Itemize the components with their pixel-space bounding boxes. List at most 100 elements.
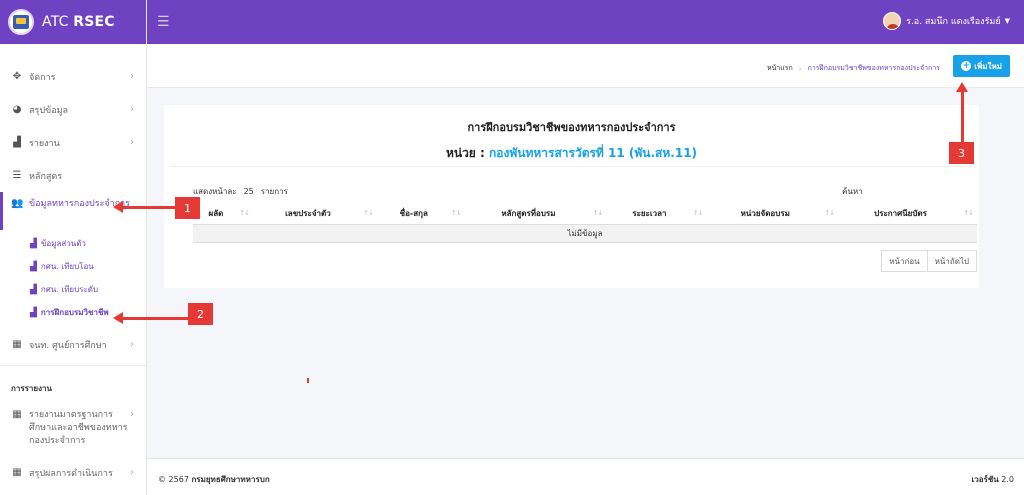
col-certificate[interactable]: ประกาศนียบัตร ↑↓ xyxy=(838,203,977,225)
col-round[interactable]: ผลัด ↑↓ xyxy=(193,203,253,225)
table-row: ไม่มีข้อมูล xyxy=(193,224,977,243)
col-course[interactable]: หลักสูตรที่อบรม ↑↓ xyxy=(464,203,607,225)
area-chart-icon: ▟ xyxy=(30,284,37,295)
footer: © 2567 กรมยุทธศึกษาทหารบก เวอร์ชัน 2.0 xyxy=(147,458,1024,495)
annotation-line-3 xyxy=(961,91,964,142)
user-menu[interactable]: ร.อ. สมนึก แดงเรืองรัมย์ ▼ xyxy=(883,12,1010,30)
empty-message: ไม่มีข้อมูล xyxy=(193,224,977,243)
annotation-badge-3: 3 xyxy=(949,142,974,164)
sidebar-item-soldier-data[interactable]: 👥 ข้อมูลทหารกองประจำการ xyxy=(0,192,146,230)
add-new-button[interactable]: + เพิ่มใหม่ xyxy=(953,55,1010,77)
breadcrumb-current: การฝึกอบรมวิชาชีพของทหารกองประจำการ xyxy=(807,64,940,72)
annotation-line-2 xyxy=(122,317,188,320)
subitem-level[interactable]: ▟ กศน. เทียบระดับ xyxy=(30,278,146,301)
sort-icon: ↑↓ xyxy=(592,209,604,217)
table-header-row: ผลัด ↑↓ เลขประจำตัว ↑↓ ชื่อ-สกุล ↑↓ หลักสูต… xyxy=(193,203,977,225)
add-new-label: เพิ่มใหม่ xyxy=(974,61,1002,71)
page-length-control: แสดงหน้าละ 25 รายการ xyxy=(193,185,288,198)
annotation-badge-2: 2 xyxy=(188,303,213,325)
subitem-label: การฝึกอบรมวิชาชีพ xyxy=(40,308,109,317)
breadcrumb: หน้าแรก › การฝึกอบรมวิชาชีพของทหารกองประ… xyxy=(767,63,940,74)
next-page-button[interactable]: หน้าถัดไป xyxy=(927,250,977,272)
unit-name: กองพันทหารสารวัตรที่ 11 (พัน.สห.11) xyxy=(489,146,698,160)
col-id[interactable]: เลขประจำตัว ↑↓ xyxy=(252,203,377,225)
sort-icon: ↑↓ xyxy=(963,209,974,217)
breadcrumb-home[interactable]: หน้าแรก xyxy=(767,63,793,74)
sort-icon: ↑↓ xyxy=(363,209,374,217)
caret-down-icon: ▼ xyxy=(1004,17,1010,25)
move-arrows-icon: ✥ xyxy=(12,71,22,82)
sidebar-menu: ✥ จัดการ › ◕ สรุปข้อมูล › ▟ รายงาน › ☰ ห… xyxy=(0,44,146,489)
sidebar-item-training-center[interactable]: ▦ จนท. ศูนย์การศึกษา › xyxy=(0,328,146,361)
brand-logo xyxy=(8,9,34,35)
page-length-select[interactable]: 25 xyxy=(244,187,254,196)
sidebar-item-report-summary[interactable]: ▦ สรุปผลการดำเนินการ › xyxy=(0,456,146,489)
version: เวอร์ชัน 2.0 xyxy=(971,475,1014,484)
chevron-right-icon: › xyxy=(130,467,134,478)
grid-icon: ▦ xyxy=(12,339,22,350)
submenu: ▟ ข้อมูลส่วนตัว ▟ กศน. เทียบโอน ▟ กศน. เ… xyxy=(0,230,146,328)
grid-icon: ▦ xyxy=(12,409,22,420)
search-control[interactable]: ค้นหา xyxy=(842,185,863,198)
sidebar-item-label: จนท. ศูนย์การศึกษา xyxy=(29,340,107,351)
subitem-label: กศน. เทียบโอน xyxy=(40,262,94,271)
topbar: ☰ ร.อ. สมนึก แดงเรืองรัมย์ ▼ xyxy=(147,0,1024,44)
section-title-reports: การรายงาน xyxy=(0,365,146,401)
col-name[interactable]: ชื่อ-สกุล ↑↓ xyxy=(376,203,465,225)
copyright: © 2567 กรมยุทธศึกษาทหารบก xyxy=(158,475,270,484)
chevron-right-icon: › xyxy=(130,104,134,115)
col-duration[interactable]: ระยะเวลา ↑↓ xyxy=(606,203,707,225)
subitem-vocational-training[interactable]: ▟ การฝึกอบรมวิชาชีพ xyxy=(30,301,146,324)
sort-icon: ↑↓ xyxy=(692,209,704,217)
subitem-label: กศน. เทียบระดับ xyxy=(40,285,99,294)
sidebar-item-label: สรุปข้อมูล xyxy=(29,105,69,116)
sidebar-item-manage[interactable]: ✥ จัดการ › xyxy=(0,60,146,93)
sidebar-item-label: รายงานมาตรฐานการศึกษาและอาชีพของทหารกองป… xyxy=(29,410,128,446)
active-indicator xyxy=(0,192,3,230)
brand[interactable]: ATC RSEC xyxy=(0,0,146,44)
annotation-badge-1: 1 xyxy=(175,197,200,219)
annotation-line-1 xyxy=(122,206,175,209)
training-table: ผลัด ↑↓ เลขประจำตัว ↑↓ ชื่อ-สกุล ↑↓ หลักสูต… xyxy=(193,203,977,243)
chevron-right-icon: › xyxy=(130,71,134,82)
unit-label: หน่วย : xyxy=(445,146,485,160)
plus-circle-icon: + xyxy=(961,61,972,71)
hamburger-menu-icon[interactable]: ☰ xyxy=(157,14,170,30)
list-icon: ☰ xyxy=(12,170,22,181)
pagination: หน้าก่อน หน้าถัดไป xyxy=(881,250,977,272)
user-name: ร.อ. สมนึก แดงเรืองรัมย์ xyxy=(906,17,1001,27)
sidebar-item-report-standard[interactable]: ▦ รายงานมาตรฐานการศึกษาและอาชีพของทหารกอ… xyxy=(0,401,146,456)
users-icon: 👥 xyxy=(11,198,24,209)
subitem-personal-info[interactable]: ▟ ข้อมูลส่วนตัว xyxy=(30,232,146,255)
subitem-label: ข้อมูลส่วนตัว xyxy=(40,239,86,248)
red-mark xyxy=(307,378,309,383)
area-chart-icon: ▟ xyxy=(30,261,37,272)
chevron-right-icon: › xyxy=(130,409,134,420)
chevron-right-icon: › xyxy=(130,339,134,350)
col-organizer[interactable]: หน่วยจัดอบรม ↑↓ xyxy=(706,203,839,225)
sort-icon: ↑↓ xyxy=(824,209,835,217)
subitem-transfer[interactable]: ▟ กศน. เทียบโอน xyxy=(30,255,146,278)
sort-icon: ↑↓ xyxy=(450,209,462,217)
area-chart-icon: ▟ xyxy=(30,238,37,249)
training-card: การฝึกอบรมวิชาชีพของทหารกองประจำการ หน่ว… xyxy=(164,105,979,288)
breadcrumb-bar: หน้าแรก › การฝึกอบรมวิชาชีพของทหารกองประ… xyxy=(147,44,1024,88)
sidebar-item-summary[interactable]: ◕ สรุปข้อมูล › xyxy=(0,93,146,126)
sidebar-item-label: จัดการ xyxy=(29,72,56,83)
sidebar-item-courses[interactable]: ☰ หลักสูตร xyxy=(0,159,146,192)
sidebar-item-reports[interactable]: ▟ รายงาน › xyxy=(0,126,146,159)
sidebar-item-label: สรุปผลการดำเนินการ xyxy=(29,468,113,479)
grid-icon: ▦ xyxy=(12,467,22,478)
page-title: การฝึกอบรมวิชาชีพของทหารกองประจำการ xyxy=(467,121,676,134)
pie-chart-icon: ◕ xyxy=(12,104,22,115)
breadcrumb-separator: › xyxy=(798,64,802,73)
sort-icon: ↑↓ xyxy=(239,209,250,217)
unit-line: หน่วย : กองพันทหารสารวัตรที่ 11 (พัน.สห.… xyxy=(164,144,979,163)
area-chart-icon: ▟ xyxy=(30,307,37,318)
divider xyxy=(170,166,973,167)
sidebar-item-label: หลักสูตร xyxy=(29,171,63,182)
brand-name: ATC RSEC xyxy=(42,14,115,30)
prev-page-button[interactable]: หน้าก่อน xyxy=(881,250,928,272)
sidebar: ATC RSEC ✥ จัดการ › ◕ สรุปข้อมูล › ▟ ราย… xyxy=(0,0,147,495)
page-length-suffix: รายการ xyxy=(260,187,288,196)
